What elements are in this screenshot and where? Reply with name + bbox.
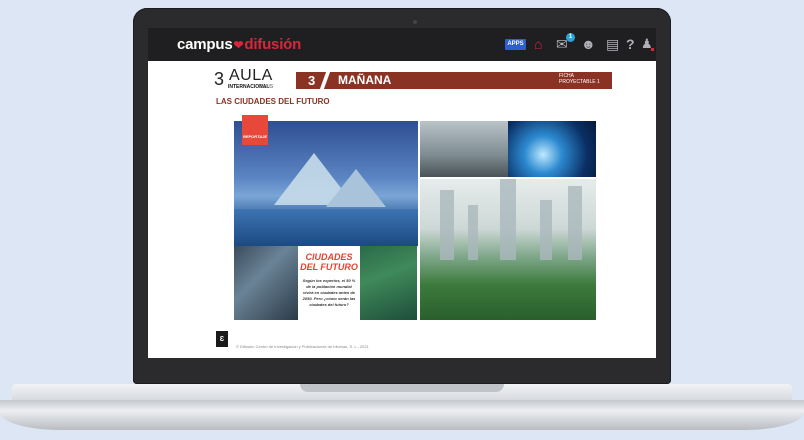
light-tunnel-image [508,121,596,177]
laptop-screen: campus❤difusión APPS ⌂ ✉ 1 ☻ ▤ ? ♟ 3 AUL… [148,28,656,358]
publisher-logo: Ɛ [216,331,228,347]
mail-badge: 1 [566,33,575,42]
logo-text-campus: campus [177,36,233,53]
green-city-image [420,179,596,320]
users-icon[interactable]: ☻ [581,36,596,52]
unit-title: MAÑANA [338,73,392,87]
book-number: 3 [214,69,225,89]
unit-number: 3 [308,73,316,88]
feature-text: Según los expertos, el 50 % de la poblac… [302,278,356,307]
reportaje-tag: REPORTAJE [242,115,268,145]
heart-icon: ❤ [233,38,244,52]
laptop-notch [300,384,504,392]
tower-shape [440,190,454,260]
book-name: AULA [229,67,273,84]
home-icon[interactable]: ⌂ [534,36,542,52]
card-icon[interactable]: ▤ [606,36,619,52]
logo-text-difusion: difusión [244,36,302,53]
flying-vehicles-image [420,121,508,177]
feature-title: CIUDADES DEL FUTURO [300,252,358,272]
tower-shape [500,179,516,260]
section-title: LAS CIUDADES DEL FUTURO [216,97,330,106]
water-area [234,209,418,246]
copyright-text: © Difusión Centro de Investigación y Pub… [236,344,369,349]
tower-shape [568,186,582,260]
tower-shape [468,205,478,260]
camera-icon [413,20,417,24]
book-plus: PLUS [260,84,274,90]
ficha-label: FICHA PROYECTABLE 1 [559,73,600,85]
vertical-garden-image [360,246,417,320]
top-navigation-bar: campus❤difusión APPS ⌂ ✉ 1 ☻ ▤ ? ♟ [148,28,656,61]
factory-image [234,246,298,320]
campus-difusion-logo[interactable]: campus❤difusión [177,36,301,53]
structure-shape-2 [326,169,386,207]
laptop-base [0,400,804,430]
tower-shape [540,200,552,260]
ficha-line2: PROYECTABLE 1 [559,79,600,85]
feature-panel: CIUDADES DEL FUTURO Según los expertos, … [298,246,360,320]
help-icon[interactable]: ? [626,36,635,52]
apps-button[interactable]: APPS [505,39,526,50]
user-status-dot [651,48,654,51]
